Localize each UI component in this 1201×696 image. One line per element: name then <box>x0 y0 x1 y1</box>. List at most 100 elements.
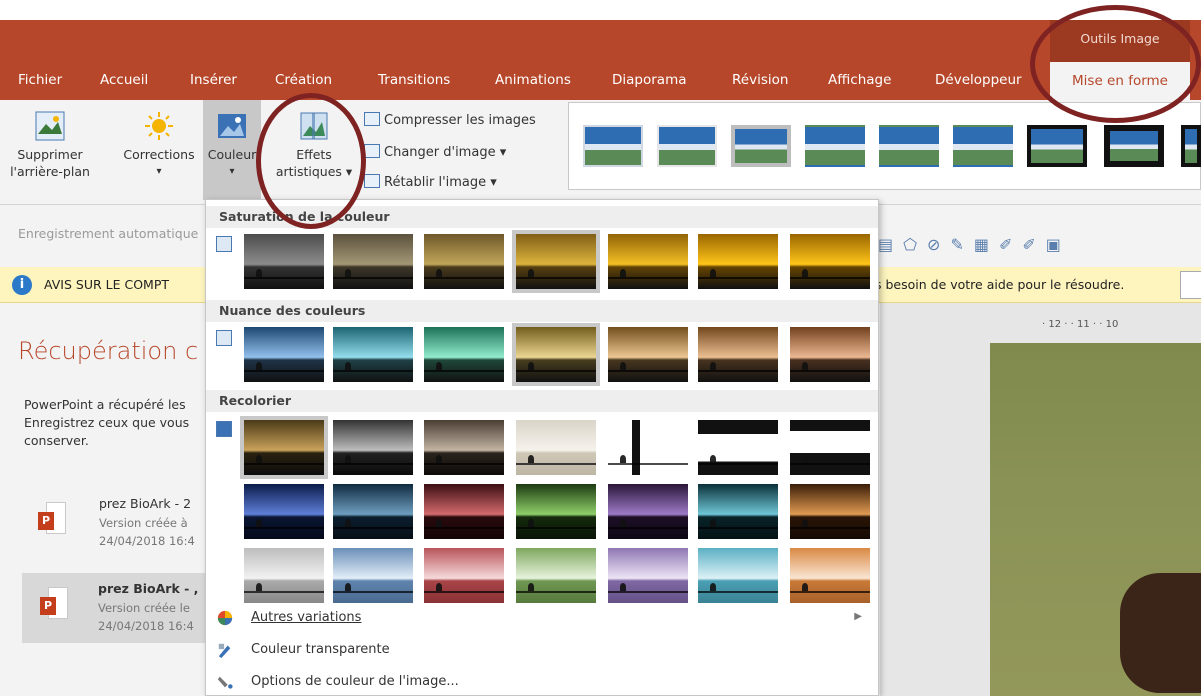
reset-nuance-icon[interactable] <box>216 330 232 346</box>
nuance-variant[interactable] <box>244 327 324 382</box>
recolor-variant[interactable] <box>516 548 596 603</box>
transparent-color-item[interactable]: Couleur transparente <box>206 636 878 664</box>
saturation-variant[interactable] <box>790 234 870 289</box>
tab-1[interactable]: Accueil <box>100 72 148 88</box>
tab-3[interactable]: Création <box>275 72 332 88</box>
change-image-icon <box>364 144 380 158</box>
recolor-variant[interactable] <box>240 416 328 479</box>
horse-shape <box>1120 573 1201 693</box>
picture-color-icon <box>218 114 246 138</box>
nuance-variant[interactable] <box>333 327 413 382</box>
tab-8[interactable]: Affichage <box>828 72 891 88</box>
cursor-icon[interactable]: ⊘ <box>927 235 950 254</box>
dropper-icon[interactable]: ✐ <box>999 235 1022 254</box>
recolor-variant[interactable] <box>608 420 688 475</box>
reset-image-button[interactable]: Rétablir l'image ▾ <box>364 174 497 191</box>
recolor-variant[interactable] <box>244 484 324 539</box>
corrections-label: Corrections <box>123 147 195 162</box>
reset-image-label: Rétablir l'image ▾ <box>384 175 497 190</box>
recolor-variant[interactable] <box>516 484 596 539</box>
recolor-variant[interactable] <box>333 484 413 539</box>
recolor-variant[interactable] <box>608 548 688 603</box>
reset-saturation-icon[interactable] <box>216 236 232 252</box>
picture-style[interactable] <box>657 125 717 167</box>
recovery-title: Récupération c <box>18 337 199 365</box>
tab-7[interactable]: Révision <box>732 72 788 88</box>
table-icon[interactable]: ▣ <box>1046 235 1071 254</box>
nuance-variant[interactable] <box>512 323 600 386</box>
corrections-button[interactable]: Corrections ▾ <box>114 110 204 180</box>
align-icon[interactable]: ▤ <box>878 235 903 254</box>
more-variations-item[interactable]: Autres variations ▶ <box>206 604 878 632</box>
sun-icon <box>145 112 173 140</box>
tab-5[interactable]: Animations <box>495 72 571 88</box>
nuance-variant[interactable] <box>608 327 688 382</box>
change-image-label: Changer d'image ▾ <box>384 145 507 160</box>
picture-style[interactable] <box>731 125 791 167</box>
recolor-variant[interactable] <box>698 548 778 603</box>
notice-button[interactable] <box>1180 271 1201 299</box>
picture-style[interactable] <box>1027 125 1087 167</box>
remove-background-icon <box>35 111 65 141</box>
recovered-file-version: Version créée le <box>98 601 190 615</box>
info-icon: i <box>12 275 32 295</box>
recolor-variant[interactable] <box>698 484 778 539</box>
remove-background-button[interactable]: Supprimer l'arrière-plan <box>5 110 95 180</box>
recolor-variant[interactable] <box>790 548 870 603</box>
saturation-variant[interactable] <box>512 230 600 293</box>
picture-style[interactable] <box>583 125 643 167</box>
saturation-variant[interactable] <box>244 234 324 289</box>
nuance-variant[interactable] <box>790 327 870 382</box>
picture-style[interactable] <box>805 125 865 167</box>
shape-icon[interactable]: ⬠ <box>903 235 927 254</box>
color-options-item[interactable]: Options de couleur de l'image... <box>206 668 878 696</box>
recolor-variant[interactable] <box>333 548 413 603</box>
compress-images-button[interactable]: Compresser les images <box>364 112 536 129</box>
compress-label: Compresser les images <box>384 113 536 128</box>
couleur-arrow: ▾ <box>229 166 235 177</box>
tab-6[interactable]: Diaporama <box>612 72 687 88</box>
recolor-variant[interactable] <box>698 420 778 475</box>
picture-style[interactable] <box>1181 125 1201 167</box>
saturation-variant[interactable] <box>608 234 688 289</box>
recolor-variant[interactable] <box>424 548 504 603</box>
nuance-variant[interactable] <box>698 327 778 382</box>
recolor-variant[interactable] <box>424 420 504 475</box>
autosave-label[interactable]: Enregistrement automatique <box>18 226 198 241</box>
recovered-file-item[interactable]: P prez BioArk - 2 Version créée à 24/04/… <box>0 488 195 558</box>
remove-background-label-1: Supprimer <box>17 147 83 162</box>
recovered-file-item-selected[interactable]: P prez BioArk - , Version créée le 24/04… <box>22 573 205 643</box>
recovery-desc-line: conserver. <box>24 433 89 448</box>
tab-0[interactable]: Fichier <box>18 72 62 88</box>
picture-style[interactable] <box>953 125 1013 167</box>
recolor-variant[interactable] <box>244 548 324 603</box>
nuance-variant[interactable] <box>424 327 504 382</box>
recolor-variant[interactable] <box>424 484 504 539</box>
more-variations-label: Autres variations <box>251 610 362 625</box>
recolor-variant[interactable] <box>516 420 596 475</box>
recovery-description: PowerPoint a récupéré les Enregistrez ce… <box>24 396 224 450</box>
picture-style[interactable] <box>879 125 939 167</box>
edit-icon[interactable]: ✎ <box>950 235 973 254</box>
saturation-variant[interactable] <box>698 234 778 289</box>
tab-4[interactable]: Transitions <box>378 72 450 88</box>
grid-icon[interactable]: ▦ <box>974 235 999 254</box>
saturation-variant[interactable] <box>424 234 504 289</box>
color-options-label: Options de couleur de l'image... <box>251 674 459 689</box>
notice-text-right: s besoin de votre aide pour le résoudre. <box>875 277 1125 292</box>
no-recolor-icon[interactable] <box>216 421 232 437</box>
recolor-variant[interactable] <box>608 484 688 539</box>
powerpoint-file-icon: P <box>38 502 66 536</box>
couleur-button[interactable]: Couleur ▾ <box>203 100 261 200</box>
slide-photo[interactable] <box>990 343 1201 696</box>
tab-9[interactable]: Développeur <box>935 72 1022 88</box>
recolor-variant[interactable] <box>790 484 870 539</box>
dropper2-icon[interactable]: ✐ <box>1022 235 1045 254</box>
section-nuance: Nuance des couleurs <box>206 300 878 322</box>
picture-style[interactable] <box>1104 125 1164 167</box>
saturation-variant[interactable] <box>333 234 413 289</box>
change-image-button[interactable]: Changer d'image ▾ <box>364 144 506 161</box>
recolor-variant[interactable] <box>790 420 870 475</box>
recolor-variant[interactable] <box>333 420 413 475</box>
tab-2[interactable]: Insérer <box>190 72 237 88</box>
